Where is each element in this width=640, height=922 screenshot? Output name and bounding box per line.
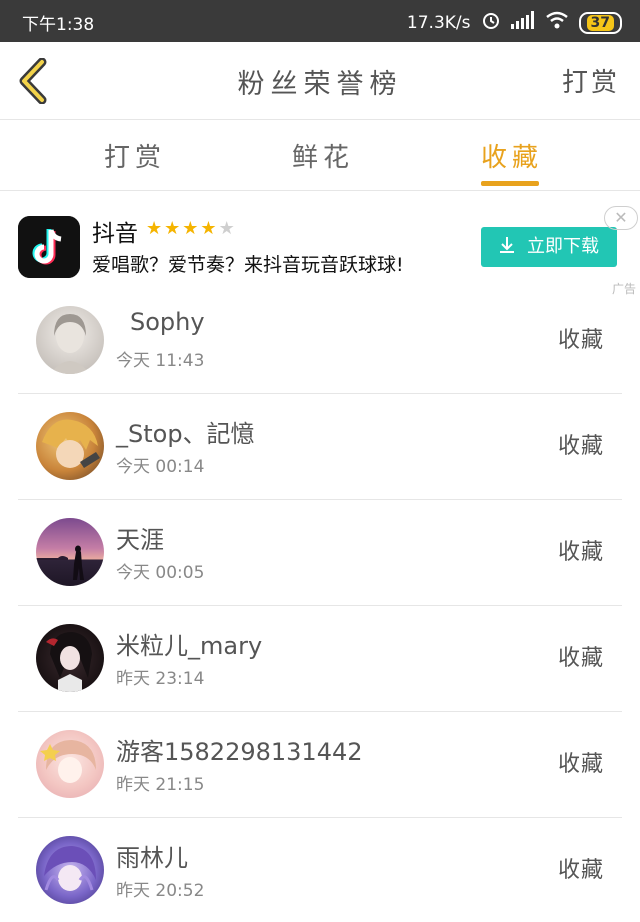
download-icon (500, 237, 514, 253)
tab-favorites[interactable]: 收藏 (481, 137, 543, 174)
star-icon: ★ (146, 218, 165, 239)
list-item: 雨林儿 昨天 20:52 收藏 (18, 818, 622, 922)
fan-name: 雨林儿 (116, 844, 188, 872)
rating-stars: ★★★★★ (146, 218, 237, 239)
fan-time: 今天 00:14 (116, 457, 205, 477)
page-title: 粉丝荣誉榜 (237, 69, 403, 100)
avatar[interactable] (36, 306, 104, 374)
list-item: 天涯 今天 00:05 收藏 (18, 500, 622, 606)
avatar[interactable] (36, 518, 104, 586)
fan-name: _Stop、記憶 (116, 420, 255, 448)
reward-button[interactable]: 打赏 (562, 62, 620, 99)
favorite-button[interactable]: 收藏 (558, 534, 604, 566)
signal-icon (510, 11, 535, 34)
avatar[interactable] (36, 624, 104, 692)
avatar[interactable] (36, 730, 104, 798)
tab-bar: 打赏 鲜花 收藏 (0, 121, 640, 191)
favorite-button[interactable]: 收藏 (558, 322, 604, 354)
fan-name: 游客1582298131442 (116, 738, 363, 766)
fan-name: 天涯 (116, 526, 164, 554)
tab-flowers[interactable]: 鲜花 (292, 137, 354, 174)
star-icon: ★ (200, 218, 219, 239)
fan-time: 昨天 20:52 (116, 881, 205, 901)
alarm-icon (481, 10, 501, 35)
active-tab-indicator (481, 181, 539, 186)
favorite-button[interactable]: 收藏 (558, 746, 604, 778)
favorite-button[interactable]: 收藏 (558, 852, 604, 884)
battery-icon: 37 (578, 11, 622, 34)
list-item: 米粒儿_mary 昨天 23:14 收藏 (18, 606, 622, 712)
nav-bar: 粉丝荣誉榜 打赏 (0, 42, 640, 120)
favorite-button[interactable]: 收藏 (558, 640, 604, 672)
fan-time: 今天 11:43 (116, 351, 205, 371)
fan-time: 今天 00:05 (116, 563, 205, 583)
avatar[interactable] (36, 412, 104, 480)
ad-description: 爱唱歌？爱节奏？来抖音玩音跃球球! (92, 254, 404, 276)
favorite-button[interactable]: 收藏 (558, 428, 604, 460)
fan-time: 昨天 21:15 (116, 775, 205, 795)
fan-time: 昨天 23:14 (116, 669, 205, 689)
status-bar: 下午1:38 17.3K/s 37 (0, 0, 640, 42)
list-item: _Stop、記憶 今天 00:14 收藏 (18, 394, 622, 500)
star-empty-icon: ★ (218, 218, 237, 239)
fan-name: Sophy (130, 308, 205, 336)
fan-name: 米粒儿_mary (116, 632, 263, 660)
list-item: Sophy 今天 11:43 收藏 (18, 288, 622, 394)
ad-close-button[interactable]: ✕ (604, 206, 638, 230)
star-icon: ★ (164, 218, 183, 239)
tiktok-app-icon (18, 216, 80, 278)
ad-app-name: 抖音 (92, 221, 138, 247)
status-icons: 17.3K/s 37 (407, 10, 622, 35)
ad-banner[interactable]: 抖音 ★★★★★ 爱唱歌？爱节奏？来抖音玩音跃球球! 立即下载 ✕ 广告 (0, 192, 640, 300)
wifi-icon (545, 11, 569, 34)
download-label: 立即下载 (527, 236, 599, 257)
status-time: 下午1:38 (22, 15, 95, 35)
download-button[interactable]: 立即下载 (481, 227, 617, 267)
network-speed: 17.3K/s (406, 12, 471, 33)
star-icon: ★ (182, 218, 201, 239)
avatar[interactable] (36, 836, 104, 904)
list-item: 游客1582298131442 昨天 21:15 收藏 (18, 712, 622, 818)
battery-level: 37 (586, 14, 614, 31)
tab-reward[interactable]: 打赏 (104, 137, 166, 174)
